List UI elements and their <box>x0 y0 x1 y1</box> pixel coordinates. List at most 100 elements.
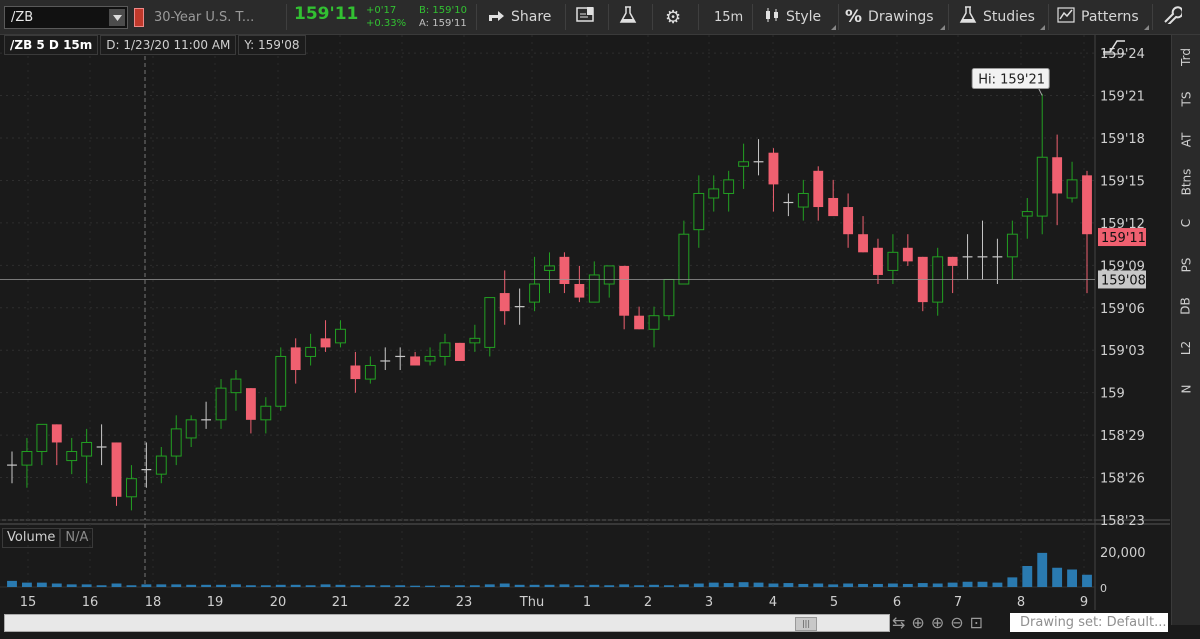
volume-bar <box>858 583 868 587</box>
volume-bar <box>1007 577 1018 587</box>
symbol-text: /ZB <box>11 10 34 25</box>
chart-symbol-period[interactable]: /ZB 5 D 15m <box>4 35 99 55</box>
candle-body <box>126 478 137 498</box>
volume-bar <box>887 583 898 587</box>
candle-body <box>588 274 600 303</box>
timeframe-button[interactable]: 15m <box>714 0 743 34</box>
drawings-label: Drawings <box>868 9 934 25</box>
corner-indicator <box>940 25 945 30</box>
candle-body <box>215 387 227 421</box>
side-tab-at[interactable]: AT <box>1174 122 1198 158</box>
pan-icon[interactable]: ⇆ <box>892 613 905 632</box>
volume-label[interactable]: Volume <box>2 528 61 548</box>
candle-body <box>768 152 779 185</box>
corner-indicator <box>831 25 836 30</box>
last-price-label: 159'11 <box>1101 231 1146 246</box>
volume-bar <box>380 585 391 587</box>
candle-body <box>230 378 242 394</box>
candle-body <box>305 346 317 357</box>
volume-bar <box>693 583 704 587</box>
zoom-in-icon[interactable]: ⊕ <box>931 613 944 632</box>
side-tab-n[interactable]: N <box>1174 371 1198 407</box>
scroll-thumb[interactable]: ||| <box>795 617 817 631</box>
y-tick-label: 159 <box>1100 387 1125 402</box>
volume-bar <box>589 584 600 587</box>
side-tab-label: Trd <box>1179 48 1193 66</box>
volume-bar <box>275 584 286 587</box>
volume-bar <box>7 580 17 587</box>
side-tab-ts[interactable]: TS <box>1174 81 1198 117</box>
symbol-selector[interactable]: /ZB <box>4 6 128 29</box>
side-tab-trd[interactable]: Trd <box>1174 39 1198 75</box>
x-tick-label: 21 <box>332 595 349 610</box>
drawing-set-selector[interactable]: Drawing set: Default... <box>1010 613 1168 632</box>
chart-canvas[interactable]: 159'24159'21159'18159'15159'12159'09159'… <box>0 35 1170 635</box>
candle <box>275 347 287 411</box>
x-tick-label: 19 <box>207 595 224 610</box>
candle-body <box>424 355 436 362</box>
volume-bar <box>798 583 809 587</box>
crosshair-icon[interactable]: ⊕ <box>911 613 924 632</box>
volume-bar <box>440 585 450 587</box>
chevron-down-icon[interactable] <box>109 9 125 26</box>
volume-bar <box>484 584 495 587</box>
candle-body <box>708 188 720 199</box>
zoom-area-icon[interactable]: ⊡ <box>970 613 983 632</box>
cursor-y: Y: 159'08 <box>238 35 306 55</box>
candle-body <box>469 337 481 344</box>
volume-bar <box>231 584 241 587</box>
divider <box>565 4 566 30</box>
side-tab-btns[interactable]: Btns <box>1174 164 1198 200</box>
volume-bar <box>1052 567 1063 587</box>
candle-body <box>1066 179 1078 199</box>
volume-bar <box>843 583 854 587</box>
volume-pane <box>0 524 1095 614</box>
style-button[interactable]: Style <box>764 0 836 34</box>
candle-body <box>693 192 705 231</box>
flag-icon[interactable] <box>134 8 144 27</box>
candle-body <box>335 328 346 344</box>
zoom-out-icon[interactable]: ⊖ <box>950 613 963 632</box>
candle-body <box>723 179 735 194</box>
candle-body <box>828 197 839 217</box>
volume-bar <box>410 585 421 587</box>
candle-body <box>648 315 660 330</box>
y-tick-label: 159'18 <box>1100 132 1145 147</box>
tools-button[interactable] <box>1162 0 1188 34</box>
candle-body <box>170 428 182 457</box>
x-tick-label: 4 <box>769 595 777 610</box>
side-tab-l2[interactable]: L2 <box>1174 330 1198 366</box>
volume-bar <box>813 583 824 587</box>
candle-body <box>619 265 630 316</box>
price-chart[interactable]: 159'24 159'21 159'18 159'15 159'12 159'09 159'… <box>0 35 1170 635</box>
candle-body <box>111 442 122 497</box>
divider <box>752 4 753 30</box>
candle-body <box>813 170 824 208</box>
studies-button[interactable]: Studies <box>959 0 1045 34</box>
side-tab-c[interactable]: C <box>1174 205 1198 241</box>
volume-bar <box>768 583 779 587</box>
x-tick-label: 9 <box>1080 595 1088 610</box>
lab-button[interactable] <box>619 0 643 34</box>
horizontal-scrollbar[interactable]: ||| <box>4 614 890 632</box>
volume-bar <box>708 582 719 587</box>
volume-bar <box>111 583 122 587</box>
patterns-button[interactable]: Patterns <box>1057 0 1149 34</box>
drawings-button[interactable]: % Drawings <box>845 0 945 34</box>
volume-bar <box>245 585 256 587</box>
notes-button[interactable] <box>576 0 602 34</box>
side-tab-ps[interactable]: PS <box>1174 247 1198 283</box>
flask-icon <box>619 6 637 28</box>
candle <box>454 342 465 361</box>
side-tab-db[interactable]: DB <box>1174 288 1198 324</box>
bottom-bar: ||| ⇆ ⊕ ⊕ ⊖ ⊡ Drawing set: Default... <box>0 610 1170 635</box>
volume-bar <box>186 584 197 587</box>
share-button[interactable]: Share <box>487 0 551 34</box>
volume-header: Volume N/A <box>2 528 94 548</box>
candle-body <box>499 293 510 312</box>
corner-indicator <box>1144 25 1149 30</box>
studies-label: Studies <box>983 9 1035 25</box>
volume-bar <box>335 584 346 587</box>
volume-bar <box>22 582 32 587</box>
settings-button[interactable]: ⚙ <box>665 0 687 34</box>
